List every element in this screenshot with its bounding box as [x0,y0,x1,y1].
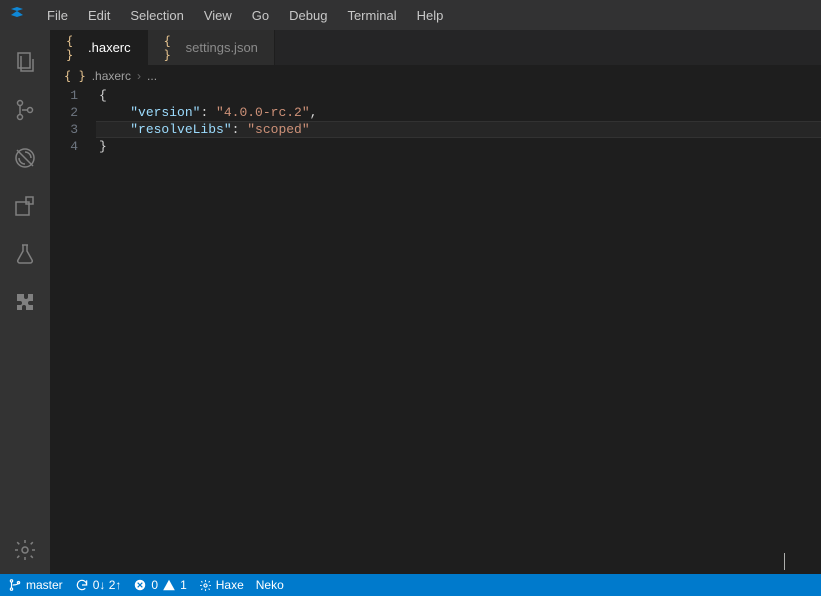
code-token: "resolveLibs" [130,122,231,137]
json-icon: { } [64,69,86,83]
breadcrumb-file: .haxerc [92,69,131,83]
tab-label: .haxerc [88,40,131,55]
menu-go[interactable]: Go [243,4,278,27]
puzzle-icon[interactable] [0,278,50,326]
editor-body[interactable]: 1 2 3 4 { "version": "4.0.0-rc.2", "reso… [50,87,821,574]
beaker-icon[interactable] [0,230,50,278]
status-branch-label: master [26,578,63,592]
code-token: "scoped" [247,122,309,137]
code-content[interactable]: { "version": "4.0.0-rc.2", "resolveLibs"… [96,87,821,574]
editor-area: { } .haxerc { } settings.json { } .haxer… [50,30,821,574]
status-errors-count: 0 [151,578,158,592]
activity-bar [0,30,50,574]
menubar: File Edit Selection View Go Debug Termin… [0,0,821,30]
tabs-row: { } .haxerc { } settings.json [50,30,821,65]
code-token: : [200,105,216,120]
status-language[interactable]: Haxe [199,578,244,592]
status-runtime[interactable]: Neko [256,578,284,592]
line-number: 3 [50,121,78,138]
status-problems[interactable]: 0 1 [133,578,186,592]
line-number: 1 [50,87,78,104]
debug-icon[interactable] [0,134,50,182]
status-bar: master 0↓ 2↑ 0 1 Haxe Neko [0,574,821,596]
status-sync[interactable]: 0↓ 2↑ [75,578,122,592]
menu-selection[interactable]: Selection [121,4,192,27]
menu-help[interactable]: Help [408,4,453,27]
json-icon: { } [66,40,82,56]
gear-icon[interactable] [0,526,50,574]
line-number: 2 [50,104,78,121]
app-icon [8,6,26,24]
code-token: , [310,105,318,120]
line-gutter: 1 2 3 4 [50,87,96,574]
chevron-right-icon: › [137,69,141,83]
code-token: "version" [130,105,200,120]
code-token: } [99,139,107,154]
text-cursor-icon [784,553,785,570]
menu-terminal[interactable]: Terminal [338,4,405,27]
code-token: { [99,88,107,103]
status-sync-label: 0↓ 2↑ [93,578,122,592]
breadcrumb[interactable]: { } .haxerc › ... [50,65,821,87]
status-runtime-label: Neko [256,578,284,592]
json-icon: { } [164,40,180,56]
files-icon[interactable] [0,38,50,86]
status-git-branch[interactable]: master [8,578,63,592]
scm-icon[interactable] [0,86,50,134]
breadcrumb-tail: ... [147,69,157,83]
tab-label: settings.json [186,40,258,55]
menu-debug[interactable]: Debug [280,4,336,27]
extensions-icon[interactable] [0,182,50,230]
menu-edit[interactable]: Edit [79,4,119,27]
tab-haxerc[interactable]: { } .haxerc [50,30,148,65]
menu-file[interactable]: File [38,4,77,27]
code-token: "4.0.0-rc.2" [216,105,310,120]
line-number: 4 [50,138,78,155]
status-warnings-count: 1 [180,578,187,592]
code-token: : [232,122,248,137]
tab-settings-json[interactable]: { } settings.json [148,30,275,65]
status-language-label: Haxe [216,578,244,592]
menu-view[interactable]: View [195,4,241,27]
